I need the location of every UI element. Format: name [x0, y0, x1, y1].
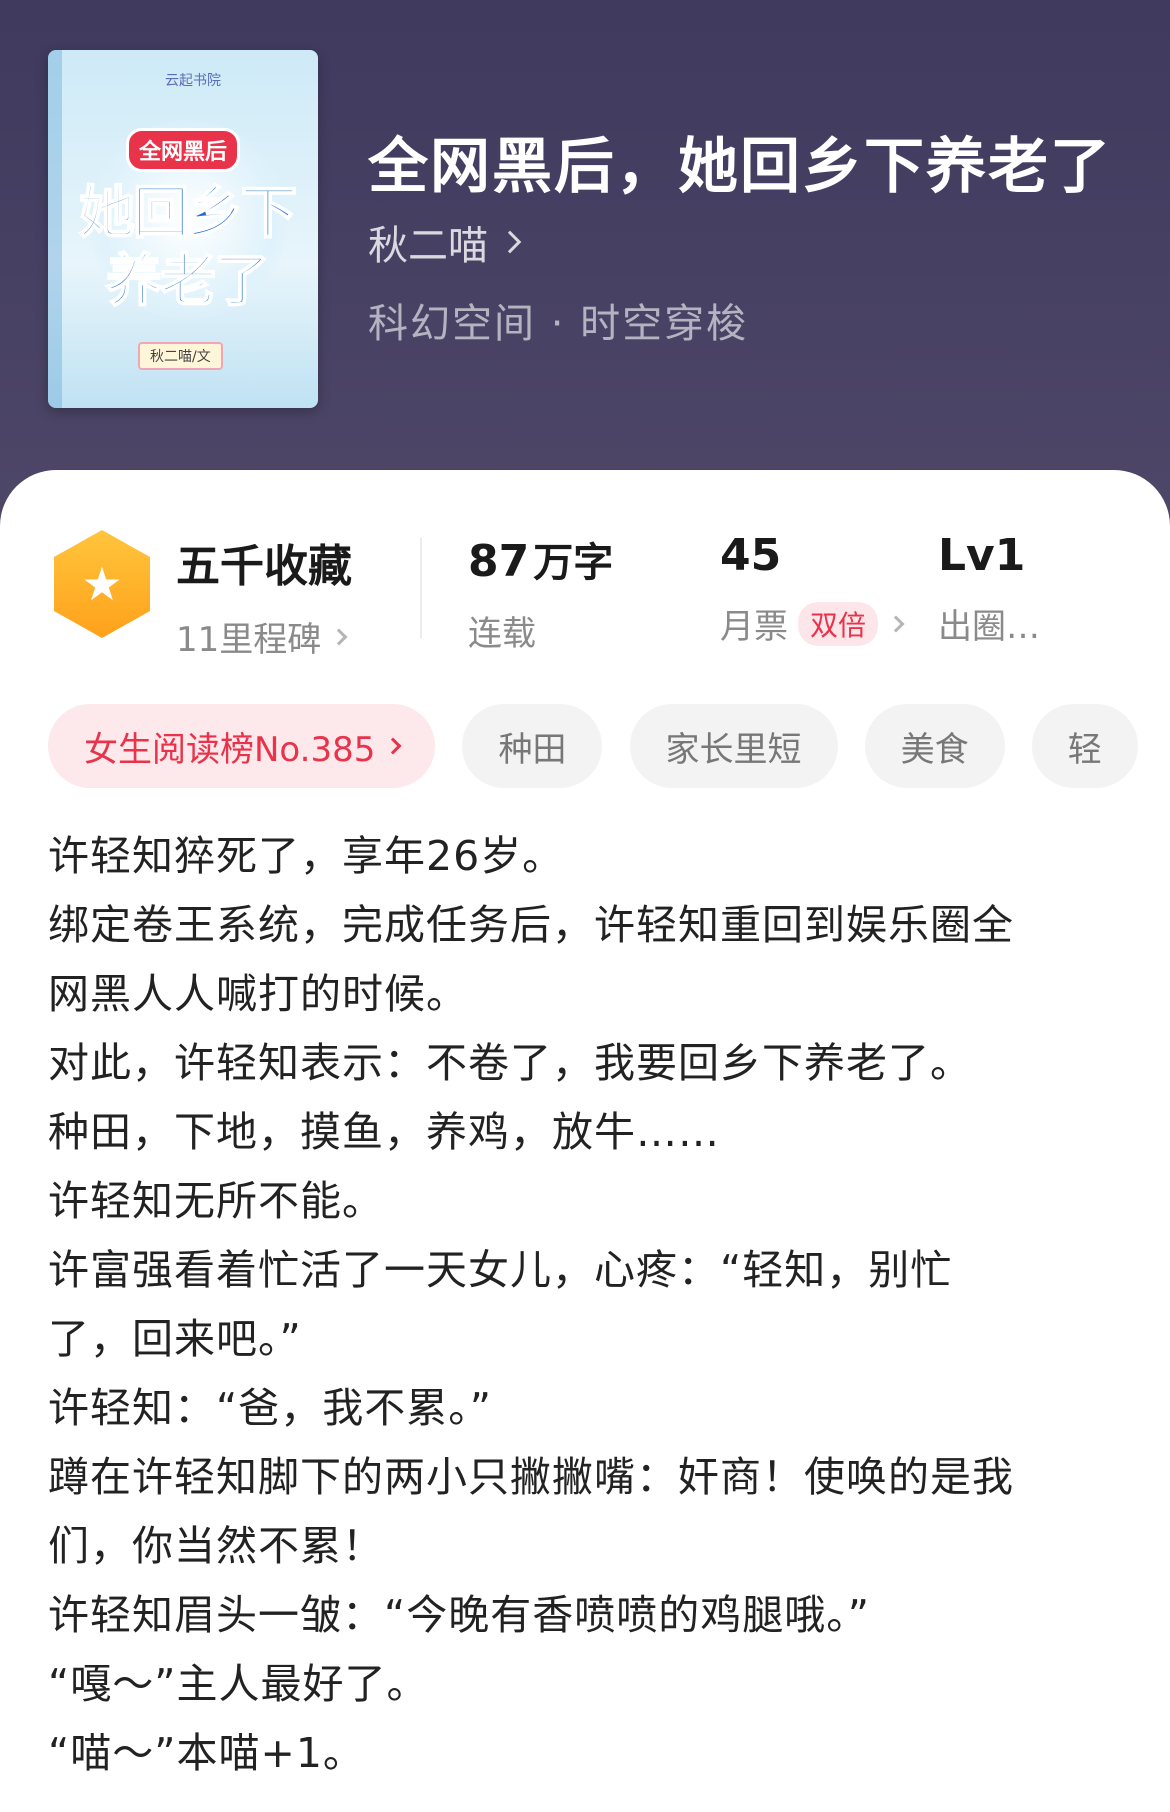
description-line: “喵～”本喵+1。 — [48, 1729, 365, 1777]
author-name: 秋二喵 — [368, 223, 488, 269]
description-line: 蹲在许轻知脚下的两小只撇撇嘴：奸商！使唤的是我 — [48, 1453, 1014, 1501]
description-line: 许轻知眉头一皱：“今晚有香喷喷的鸡腿哦。” — [48, 1591, 870, 1639]
cover-author-tag: 秋二喵/文 — [138, 342, 223, 370]
description-line: 网黑人人喊打的时候。 — [48, 970, 468, 1018]
serial-status: 连载 — [468, 614, 536, 654]
favorites-value: 五千收藏 — [176, 541, 352, 592]
description-line: 许轻知：“爸，我不累。” — [48, 1384, 492, 1432]
description-line: 种田，下地，摸鱼，养鸡，放牛…… — [48, 1108, 720, 1156]
stat-word-count: 87 万字 连载 — [468, 530, 613, 655]
book-description[interactable]: 许轻知猝死了，享年26岁。 绑定卷王系统，完成任务后，许轻知重回到娱乐圈全 网黑… — [48, 822, 1128, 1788]
book-cover[interactable]: 云起书院 全网黑后 她回乡下 养老了 秋二喵/文 — [48, 50, 318, 408]
book-header: 云起书院 全网黑后 她回乡下 养老了 秋二喵/文 全网黑后，她回乡下养老了 秋二… — [0, 0, 1170, 480]
description-line: “嘎～”主人最好了。 — [48, 1660, 429, 1708]
word-count-value: 87 — [468, 536, 530, 587]
description-line: 们，你当然不累！ — [48, 1522, 384, 1570]
chevron-right-icon — [384, 737, 402, 755]
level-value: Lv1 — [938, 530, 1026, 581]
stat-monthly-ticket[interactable]: 45 月票 双倍 — [720, 530, 905, 648]
cover-badge: 全网黑后 — [126, 128, 241, 172]
milestone-label: 11里程碑 — [176, 620, 322, 660]
monthly-ticket-value: 45 — [720, 530, 782, 581]
star-badge-icon: ★ — [54, 530, 150, 638]
tag-item[interactable]: 美食 — [864, 704, 1005, 788]
tag-item[interactable]: 家长里短 — [629, 704, 838, 788]
author-link[interactable]: 秋二喵 — [368, 213, 522, 271]
monthly-ticket-label: 月票 — [720, 607, 788, 647]
book-genre: 科幻空间 · 时空穿梭 — [368, 301, 749, 347]
description-line: 对此，许轻知表示：不卷了，我要回乡下养老了。 — [48, 1039, 972, 1087]
description-line: 了，回来吧。” — [48, 1315, 302, 1363]
description-line: 绑定卷王系统，完成任务后，许轻知重回到娱乐圈全 — [48, 901, 1014, 949]
book-title: 全网黑后，她回乡下养老了 — [368, 132, 1112, 202]
description-line: 许轻知无所不能。 — [48, 1177, 384, 1225]
stats-row: ★ 五千收藏 11里程碑 87 万字 连载 45 月票 双倍 Lv1 出圈… — [0, 530, 1170, 660]
rank-tag[interactable]: 女生阅读榜No.385 — [48, 704, 436, 788]
stats-divider — [420, 538, 422, 638]
chevron-right-icon — [887, 615, 905, 632]
description-line: 许富强看着忙活了一天女儿，心疼：“轻知，别忙 — [48, 1246, 953, 1294]
tag-item[interactable]: 轻 — [1031, 704, 1138, 788]
level-label: 出圈… — [938, 607, 1040, 647]
description-line: 许轻知猝死了，享年26岁。 — [48, 832, 565, 880]
double-badge: 双倍 — [798, 601, 879, 646]
stat-favorites[interactable]: 五千收藏 11里程碑 — [176, 530, 352, 661]
chevron-right-icon — [330, 628, 348, 645]
publisher-logo: 云起书院 — [165, 72, 221, 88]
chevron-right-icon — [498, 230, 522, 254]
word-count-unit: 万字 — [533, 540, 614, 586]
cover-spine — [48, 50, 62, 408]
stat-level[interactable]: Lv1 出圈… — [938, 530, 1040, 648]
book-info-panel: ★ 五千收藏 11里程碑 87 万字 连载 45 月票 双倍 Lv1 出圈… 女… — [0, 470, 1170, 1812]
cover-title-line-2: 养老了 — [105, 248, 271, 315]
tag-item[interactable]: 种田 — [462, 704, 603, 788]
tag-list: 女生阅读榜No.385 种田 家长里短 美食 轻 — [48, 704, 1146, 790]
rank-label: 女生阅读榜No.385 — [84, 729, 376, 770]
